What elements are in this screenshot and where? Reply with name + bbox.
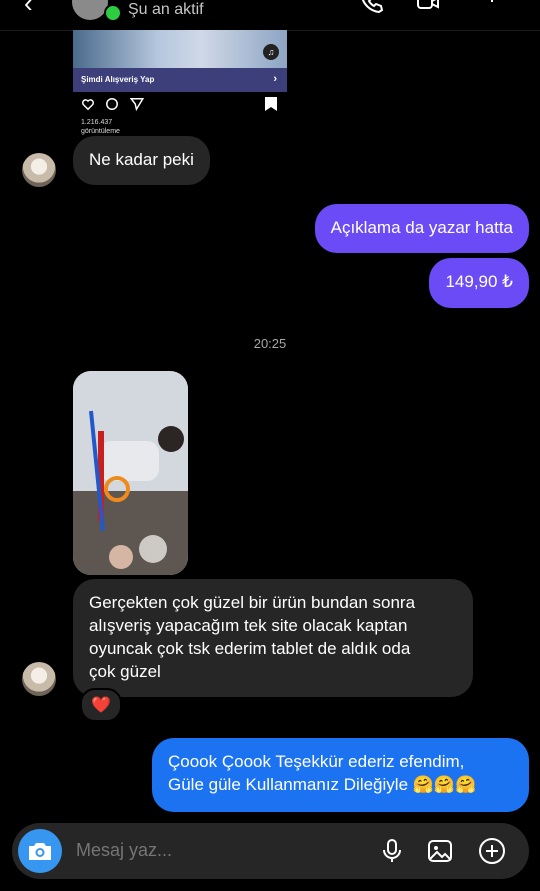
back-arrow-icon[interactable]: ‹ — [24, 0, 33, 19]
camera-button[interactable] — [18, 829, 62, 873]
message-text-line: Gerçekten çok güzel bir ürün bundan sonr… — [89, 593, 416, 612]
video-call-icon[interactable] — [416, 0, 440, 14]
sender-avatar[interactable] — [22, 153, 56, 187]
message-bubble-incoming[interactable]: Ne kadar peki — [73, 136, 210, 185]
message-bubble-outgoing[interactable]: Çoook Çoook Teşekkür ederiz efendim, Gül… — [152, 738, 529, 812]
online-indicator — [104, 4, 122, 22]
phone-call-icon[interactable] — [360, 0, 384, 14]
comment-icon[interactable] — [105, 97, 119, 111]
message-text-line: çok güzel — [89, 662, 161, 681]
gallery-icon[interactable] — [426, 837, 454, 865]
post-actions — [81, 97, 150, 113]
add-icon[interactable] — [478, 837, 506, 865]
photo-content — [73, 371, 188, 575]
active-status: Şu an aktif — [128, 1, 204, 18]
shared-post[interactable]: ♫ Şimdi Alışveriş Yap › 1.216.437 görünt… — [73, 30, 287, 136]
message-text: Açıklama da yazar hatta — [330, 218, 513, 237]
chevron-right-icon: › — [273, 73, 277, 85]
message-bubble-incoming[interactable]: Gerçekten çok güzel bir ürün bundan sonr… — [73, 579, 473, 697]
message-text-line: Çoook Çoook Teşekkür ederiz efendim, — [168, 752, 465, 771]
heart-reaction[interactable]: ❤️ — [80, 688, 122, 722]
message-text-line: Güle güle Kullanmanız Dileğiyle 🤗🤗🤗 — [168, 775, 477, 794]
microphone-icon[interactable] — [378, 837, 406, 865]
speaker-icon[interactable]: ♫ — [263, 44, 279, 60]
shop-now-bar[interactable]: Şimdi Alışveriş Yap › — [73, 68, 287, 92]
view-count-label: görüntüleme — [81, 128, 120, 135]
camera-icon — [29, 843, 51, 860]
message-photo[interactable] — [73, 371, 188, 575]
message-input[interactable] — [74, 839, 358, 862]
info-icon[interactable] — [480, 0, 504, 14]
heart-icon[interactable] — [81, 97, 95, 111]
view-count-number: 1.216.437 — [81, 119, 113, 126]
message-text-line: oyuncak çok tsk ederim tablet de aldık o… — [89, 639, 411, 658]
message-text-line: alışveriş yapacağım tek site olacak kapt… — [89, 616, 408, 635]
post-video-thumbnail[interactable]: ♫ — [73, 30, 287, 68]
contact-avatar[interactable] — [72, 0, 108, 20]
message-composer — [12, 823, 529, 879]
message-bubble-outgoing[interactable]: Açıklama da yazar hatta — [314, 204, 529, 253]
shop-now-label: Şimdi Alışveriş Yap — [81, 75, 155, 84]
message-bubble-outgoing[interactable]: 149,90 ₺ — [429, 258, 529, 308]
post-view-count: 1.216.437 görüntüleme — [81, 118, 120, 136]
message-text: 149,90 ₺ — [445, 272, 513, 291]
bookmark-icon[interactable] — [265, 97, 277, 111]
chat-header: ‹ Şu an aktif — [0, 0, 540, 31]
message-timestamp: 20:25 — [253, 336, 287, 351]
message-text: Ne kadar peki — [89, 150, 194, 169]
share-icon[interactable] — [129, 97, 145, 112]
sender-avatar[interactable] — [22, 662, 56, 696]
